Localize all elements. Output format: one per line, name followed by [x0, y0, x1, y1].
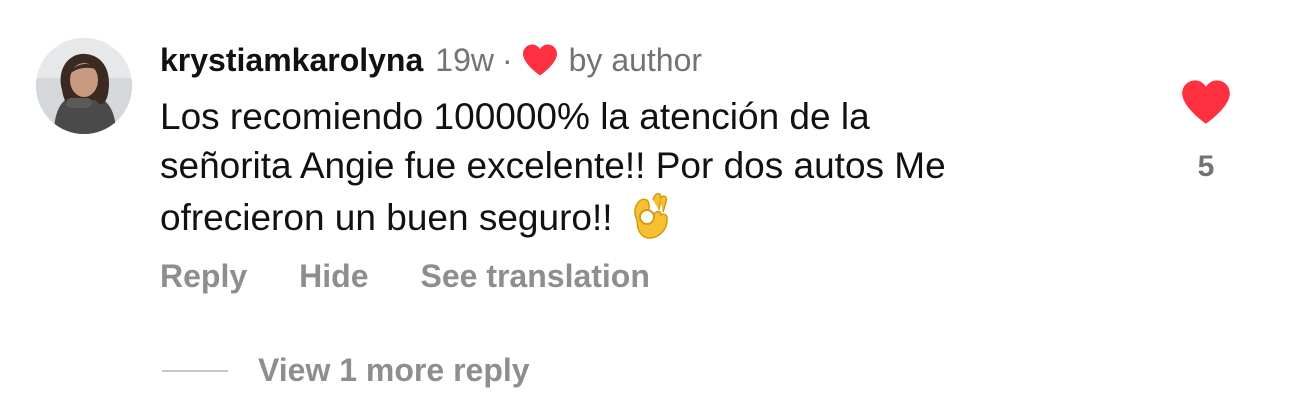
comment-actions: Reply Hide See translation: [160, 258, 702, 295]
by-author-label: by author: [568, 41, 703, 78]
username[interactable]: krystiamkarolyna: [160, 42, 423, 79]
comment-line-3: ofrecieron un buen seguro!!: [160, 197, 613, 238]
avatar-photo: [36, 38, 132, 134]
ok-hand-emoji-icon: [633, 193, 668, 239]
author-liked-heart-icon: [522, 44, 557, 76]
reply-button[interactable]: Reply: [160, 258, 247, 295]
view-replies-button[interactable]: View 1 more reply: [162, 352, 530, 389]
comment-line-2: señorita Angie fue excelente!! Por dos a…: [160, 145, 946, 186]
comment-line-1: Los recomiendo 100000% la atención de la: [160, 96, 870, 137]
replies-divider-line: [162, 369, 228, 372]
see-translation-button[interactable]: See translation: [420, 258, 649, 295]
comment-header: krystiamkarolyna 19w · by author: [160, 36, 702, 84]
like-count: 5: [1197, 150, 1215, 183]
like-heart-icon[interactable]: [1180, 78, 1232, 126]
timestamp: 19w: [435, 41, 494, 78]
view-replies-label: View 1 more reply: [258, 352, 530, 388]
comment-text: Los recomiendo 100000% la atención de la…: [160, 92, 1140, 242]
hide-button[interactable]: Hide: [299, 258, 368, 295]
separator-dot: ·: [501, 41, 513, 78]
avatar[interactable]: [36, 38, 132, 134]
